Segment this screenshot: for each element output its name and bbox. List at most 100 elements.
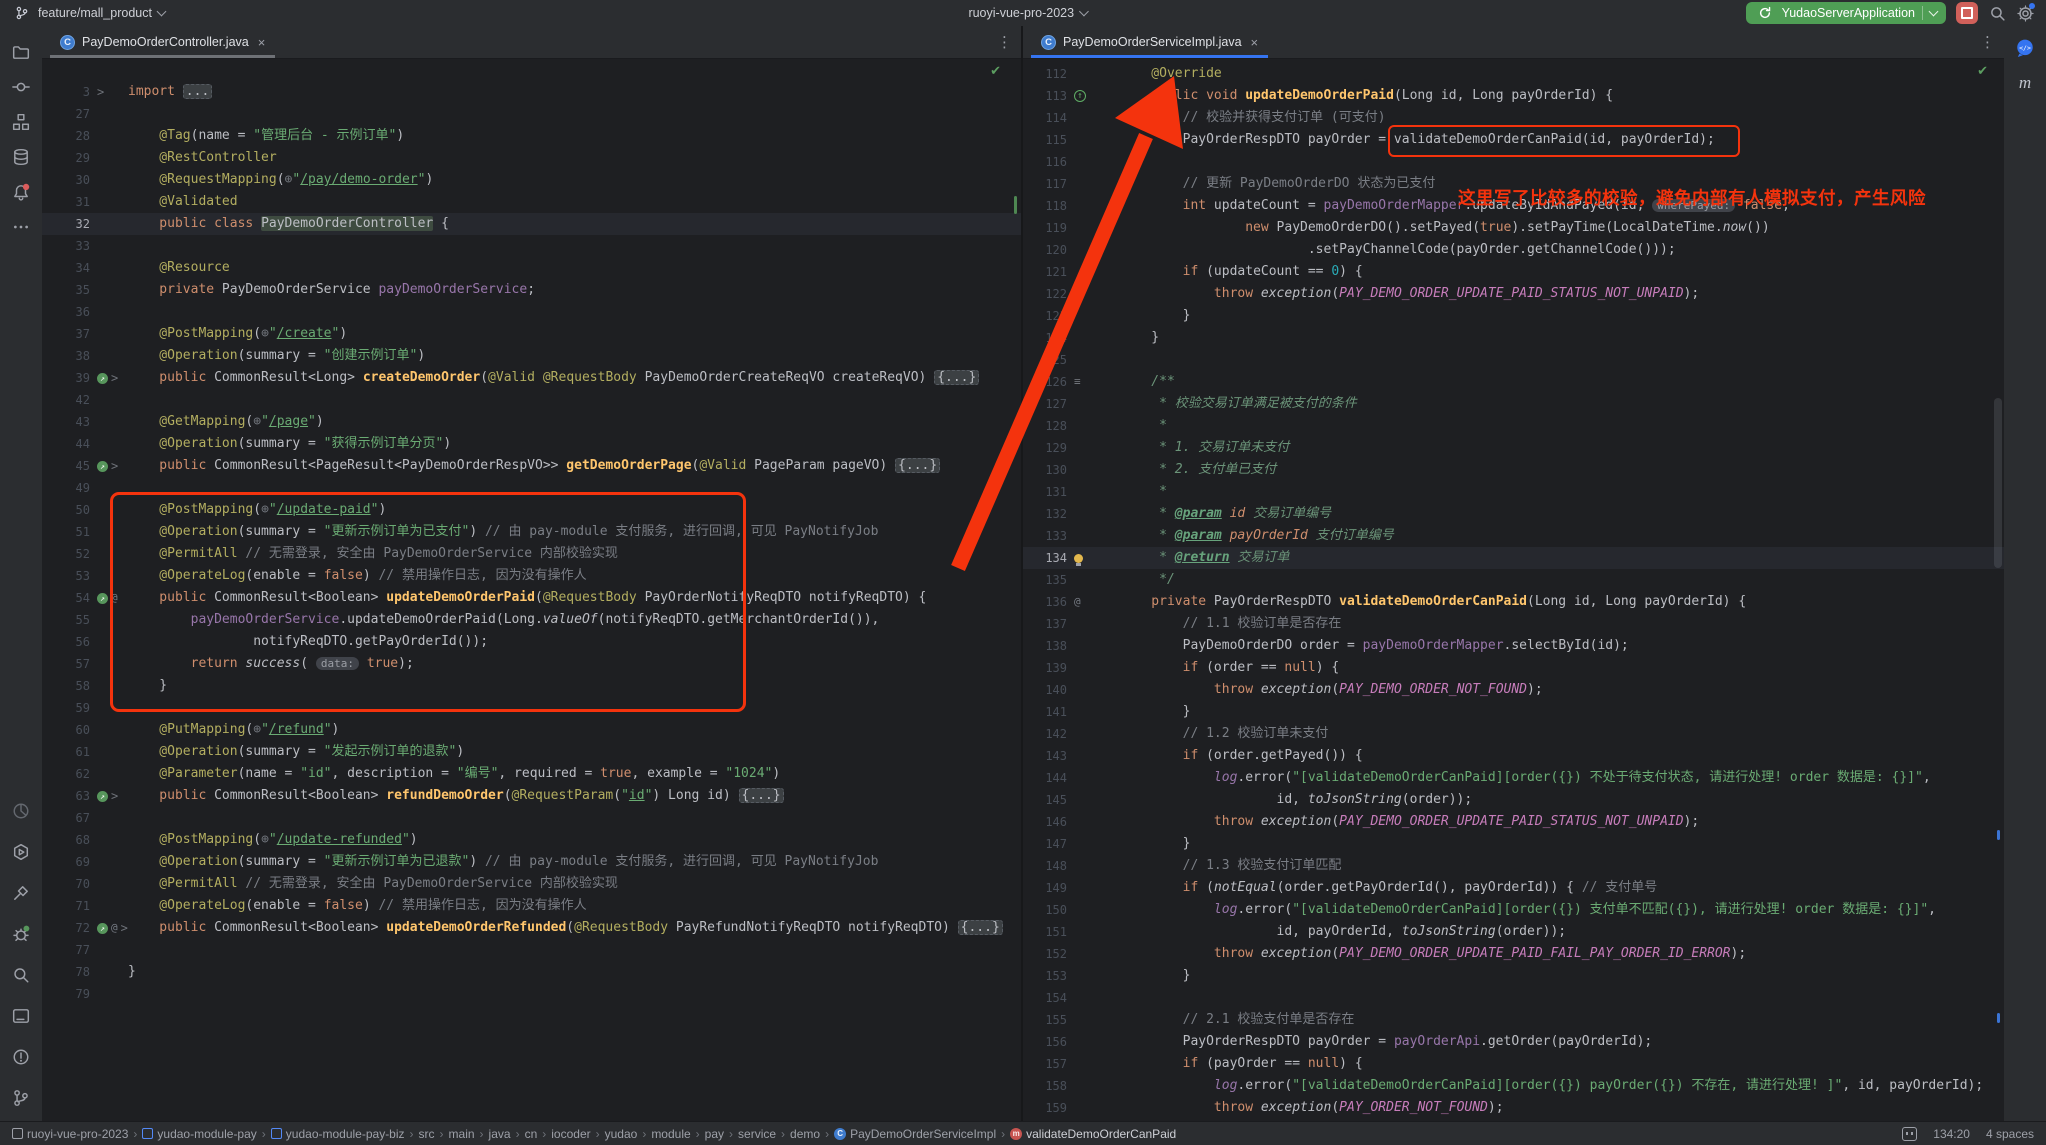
line-number[interactable]: 136 [1023, 591, 1067, 613]
annotation-gutter-icon[interactable]: @ [1074, 591, 1081, 613]
code-line[interactable]: 125 [1023, 349, 2004, 371]
line-number[interactable]: 124 [1023, 327, 1067, 349]
code-line[interactable]: 129 * 1. 交易订单未支付 [1023, 437, 2004, 459]
copilot-status-icon[interactable] [1902, 1127, 1917, 1141]
line-number[interactable]: 45 [42, 455, 90, 477]
stripe-notifications-button[interactable] [11, 182, 31, 202]
line-number[interactable]: 132 [1023, 503, 1067, 525]
line-number[interactable]: 49 [42, 477, 90, 499]
run-configuration-button[interactable]: YudaoServerApplication [1746, 2, 1946, 24]
line-number[interactable]: 158 [1023, 1075, 1067, 1097]
stripe-maven-button[interactable]: m [2015, 73, 2035, 93]
code-line[interactable]: 136@ private PayOrderRespDTO validateDem… [1023, 591, 2004, 613]
close-icon[interactable]: × [258, 35, 266, 50]
line-number[interactable]: 36 [42, 301, 90, 323]
line-number[interactable]: 121 [1023, 261, 1067, 283]
line-number[interactable]: 155 [1023, 1009, 1067, 1031]
line-number[interactable]: 78 [42, 961, 90, 983]
stripe-version-control-button[interactable] [11, 1088, 31, 1108]
line-number[interactable]: 72 [42, 917, 90, 939]
line-number[interactable]: 43 [42, 411, 90, 433]
line-number[interactable]: 79 [42, 983, 90, 1005]
code-line[interactable]: 155 // 2.1 校验支付单是否存在 [1023, 1009, 2004, 1031]
stripe-profiler-button[interactable] [11, 801, 31, 821]
comment-fold-icon[interactable]: ≡ [1074, 371, 1081, 393]
code-line[interactable]: 38 @Operation(summary = "创建示例订单") [42, 345, 1021, 367]
code-line[interactable]: 150 log.error("[validateDemoOrderCanPaid… [1023, 899, 2004, 921]
code-line[interactable]: 119 new PayDemoOrderDO().setPayed(true).… [1023, 217, 2004, 239]
line-number[interactable]: 31 [42, 191, 90, 213]
code-line[interactable]: 122 throw exception(PAY_DEMO_ORDER_UPDAT… [1023, 283, 2004, 305]
breadcrumb-item[interactable]: src [419, 1127, 435, 1141]
line-number[interactable]: 156 [1023, 1031, 1067, 1053]
stripe-commit-button[interactable] [11, 77, 31, 97]
search-everywhere-button[interactable] [1988, 4, 2006, 22]
code-line[interactable]: 138 PayDemoOrderDO order = payDemoOrderM… [1023, 635, 2004, 657]
line-number[interactable]: 54 [42, 587, 90, 609]
code-line[interactable]: 37 @PostMapping(⊕"/create") [42, 323, 1021, 345]
line-number[interactable]: 57 [42, 653, 90, 675]
code-line[interactable]: 132 * @param id 交易订单编号 [1023, 503, 2004, 525]
code-line[interactable]: 128 * [1023, 415, 2004, 437]
breadcrumb-item[interactable]: java [489, 1127, 511, 1141]
line-number[interactable]: 33 [42, 235, 90, 257]
code-line[interactable]: 27 [42, 103, 1021, 125]
line-number[interactable]: 133 [1023, 525, 1067, 547]
line-number[interactable]: 138 [1023, 635, 1067, 657]
stripe-build-button[interactable] [11, 883, 31, 903]
code-line[interactable]: 147 } [1023, 833, 2004, 855]
line-number[interactable]: 39 [42, 367, 90, 389]
line-number[interactable]: 71 [42, 895, 90, 917]
code-line[interactable]: 131 * [1023, 481, 2004, 503]
stripe-more-button[interactable] [11, 217, 31, 237]
tab-options-icon[interactable]: ⋮ [1980, 33, 1996, 51]
editor-right[interactable]: 112 @Override113↑ public void updateDemo… [1023, 58, 2004, 1122]
line-number[interactable]: 32 [42, 213, 90, 235]
endpoint-icon[interactable]: ↗ [97, 373, 108, 384]
line-number[interactable]: 35 [42, 279, 90, 301]
code-line[interactable]: 35 private PayDemoOrderService payDemoOr… [42, 279, 1021, 301]
code-line[interactable]: 137 // 1.1 校验订单是否存在 [1023, 613, 2004, 635]
code-line[interactable]: 142 // 1.2 校验订单未支付 [1023, 723, 2004, 745]
code-line[interactable]: 68 @PostMapping(⊕"/update-refunded") [42, 829, 1021, 851]
code-line[interactable]: 148 // 1.3 校验支付订单匹配 [1023, 855, 2004, 877]
line-number[interactable]: 128 [1023, 415, 1067, 437]
endpoint-icon[interactable]: ↗ [97, 791, 108, 802]
code-line[interactable]: 154 [1023, 987, 2004, 1009]
breadcrumb-item[interactable]: demo [790, 1127, 820, 1141]
code-line[interactable]: 39↗> public CommonResult<Long> createDem… [42, 367, 1021, 389]
line-number[interactable]: 50 [42, 499, 90, 521]
line-number[interactable]: 144 [1023, 767, 1067, 789]
line-number[interactable]: 152 [1023, 943, 1067, 965]
indent-style[interactable]: 4 spaces [1986, 1127, 2034, 1141]
code-line[interactable]: 157 if (payOrder == null) { [1023, 1053, 2004, 1075]
fold-icon[interactable]: > [121, 917, 128, 939]
code-line[interactable]: 135 */ [1023, 569, 2004, 591]
line-number[interactable]: 44 [42, 433, 90, 455]
intention-bulb-icon[interactable] [1074, 554, 1083, 563]
line-number[interactable]: 129 [1023, 437, 1067, 459]
code-line[interactable]: 3>import ... [42, 81, 1021, 103]
line-number[interactable]: 61 [42, 741, 90, 763]
line-number[interactable]: 37 [42, 323, 90, 345]
line-number[interactable]: 118 [1023, 195, 1067, 217]
stripe-folder-button[interactable] [11, 42, 31, 62]
line-number[interactable]: 140 [1023, 679, 1067, 701]
code-line[interactable]: 149 if (notEqual(order.getPayOrderId(), … [1023, 877, 2004, 899]
tab-options-icon[interactable]: ⋮ [997, 33, 1013, 51]
line-number[interactable]: 69 [42, 851, 90, 873]
stripe-problems-button[interactable] [11, 1047, 31, 1067]
annotation-gutter-icon[interactable]: @ [111, 917, 118, 939]
endpoint-icon[interactable]: ↗ [97, 923, 108, 934]
breadcrumb-item[interactable]: mvalidateDemoOrderCanPaid [1010, 1127, 1176, 1141]
stripe-terminal-button[interactable] [11, 1006, 31, 1026]
breadcrumb-item[interactable]: iocoder [551, 1127, 590, 1141]
code-line[interactable]: 123 } [1023, 305, 2004, 327]
inspections-ok-icon[interactable]: ✔ [1977, 63, 1988, 79]
breadcrumb-item[interactable]: ruoyi-vue-pro-2023 [12, 1127, 128, 1141]
tab-paydemoordercontroller[interactable]: C PayDemoOrderController.java × [50, 27, 275, 58]
line-number[interactable]: 125 [1023, 349, 1067, 371]
code-line[interactable]: 78} [42, 961, 1021, 983]
line-number[interactable]: 119 [1023, 217, 1067, 239]
code-line[interactable]: 145 id, toJsonString(order)); [1023, 789, 2004, 811]
